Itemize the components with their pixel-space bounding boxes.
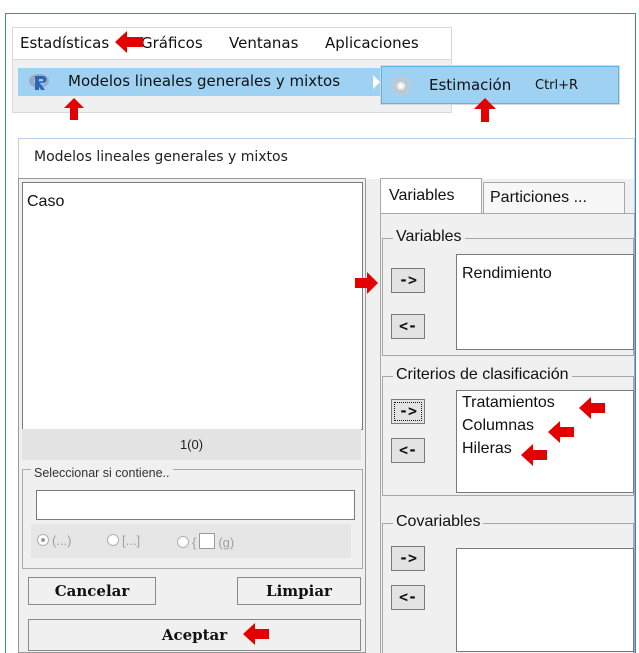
left-panel: Caso 1(0) Seleccionar si contiene.. (...…	[18, 178, 366, 653]
tab-variables[interactable]: Variables	[380, 178, 482, 214]
r-logo-icon	[29, 74, 49, 90]
source-variables-list[interactable]: Caso	[22, 182, 363, 430]
variables-group: Variables -> <- Rendimiento	[382, 228, 634, 356]
radio-icon	[37, 534, 49, 546]
accept-button[interactable]: Aceptar	[28, 619, 361, 651]
select-group-label: Seleccionar si contiene..	[31, 466, 173, 480]
annotation-arrow-up-icon	[64, 98, 84, 120]
radio-icon	[107, 534, 119, 546]
list-item[interactable]: Columnas	[462, 417, 534, 435]
variables-group-label: Variables	[393, 228, 465, 246]
annotation-arrow-right-icon	[355, 272, 378, 294]
annotation-arrow-left-icon	[521, 444, 547, 466]
list-item[interactable]: Hileras	[462, 440, 512, 458]
covariables-listbox[interactable]	[456, 548, 634, 652]
menu-estadisticas[interactable]: Estadísticas	[20, 34, 109, 52]
bracket-options: (...) [...] {(g)	[31, 524, 351, 558]
submenu-chevron-right-icon	[373, 75, 380, 89]
dialog-title: Modelos lineales generales y mixtos	[34, 149, 288, 165]
move-right-button[interactable]: ->	[391, 546, 425, 571]
submenu-item-modelos[interactable]: Modelos lineales generales y mixtos	[18, 68, 385, 96]
menu-ventanas[interactable]: Ventanas	[229, 34, 298, 52]
annotation-arrow-left-icon	[115, 31, 143, 53]
menu-bar: Estadísticas Gráficos Ventanas Aplicacio…	[12, 27, 452, 59]
criterios-listbox[interactable]: Tratamientos Columnas Hileras	[456, 390, 634, 493]
move-right-button[interactable]: ->	[391, 268, 425, 293]
tab-particiones[interactable]: Particiones ...	[483, 182, 625, 214]
submenu-item-estimacion[interactable]: Estimación Ctrl+R	[381, 66, 619, 104]
submenu-item-label: Modelos lineales generales y mixtos	[68, 72, 341, 90]
modelos-submenu: Estimación Ctrl+R	[380, 65, 620, 105]
annotation-arrow-left-icon	[243, 623, 269, 645]
cancel-button[interactable]: Cancelar	[28, 577, 156, 605]
move-left-button[interactable]: <-	[391, 314, 425, 339]
count-bar: 1(0)	[22, 429, 361, 460]
clear-button[interactable]: Limpiar	[237, 577, 361, 605]
estimacion-label: Estimación	[429, 76, 512, 94]
option-brackets[interactable]: [...]	[107, 533, 140, 548]
criterios-group-label: Criterios de clasificación	[393, 366, 572, 384]
menu-graficos[interactable]: Gráficos	[141, 34, 203, 52]
criterios-group: Criterios de clasificación -> <- Tratami…	[382, 366, 634, 496]
list-item[interactable]: Rendimiento	[462, 265, 552, 283]
checkbox[interactable]	[199, 533, 216, 549]
move-right-button[interactable]: ->	[391, 399, 425, 424]
select-contains-input[interactable]	[36, 490, 355, 520]
covariables-group-label: Covariables	[393, 513, 484, 531]
select-contains-group: Seleccionar si contiene.. (...) [...] {(…	[22, 466, 363, 569]
variables-listbox[interactable]: Rendimiento	[456, 254, 634, 350]
option-parens[interactable]: (...)	[37, 533, 72, 548]
annotation-arrow-up-icon	[474, 98, 496, 122]
annotation-arrow-left-icon	[548, 421, 574, 443]
list-item[interactable]: Caso	[27, 193, 64, 211]
option-braces[interactable]: {(g)	[177, 533, 234, 550]
estimacion-shortcut: Ctrl+R	[535, 78, 579, 93]
list-item[interactable]: Tratamientos	[462, 394, 555, 412]
dialog-titlebar: Modelos lineales generales y mixtos	[19, 139, 634, 179]
move-left-button[interactable]: <-	[391, 438, 425, 463]
covariables-group: Covariables -> <-	[382, 513, 634, 653]
gear-icon	[391, 76, 411, 96]
annotation-arrow-left-icon	[579, 397, 605, 419]
count-label: 1(0)	[179, 437, 204, 452]
move-left-button[interactable]: <-	[391, 585, 425, 610]
radio-icon	[177, 536, 189, 548]
menu-aplicaciones[interactable]: Aplicaciones	[325, 34, 419, 52]
